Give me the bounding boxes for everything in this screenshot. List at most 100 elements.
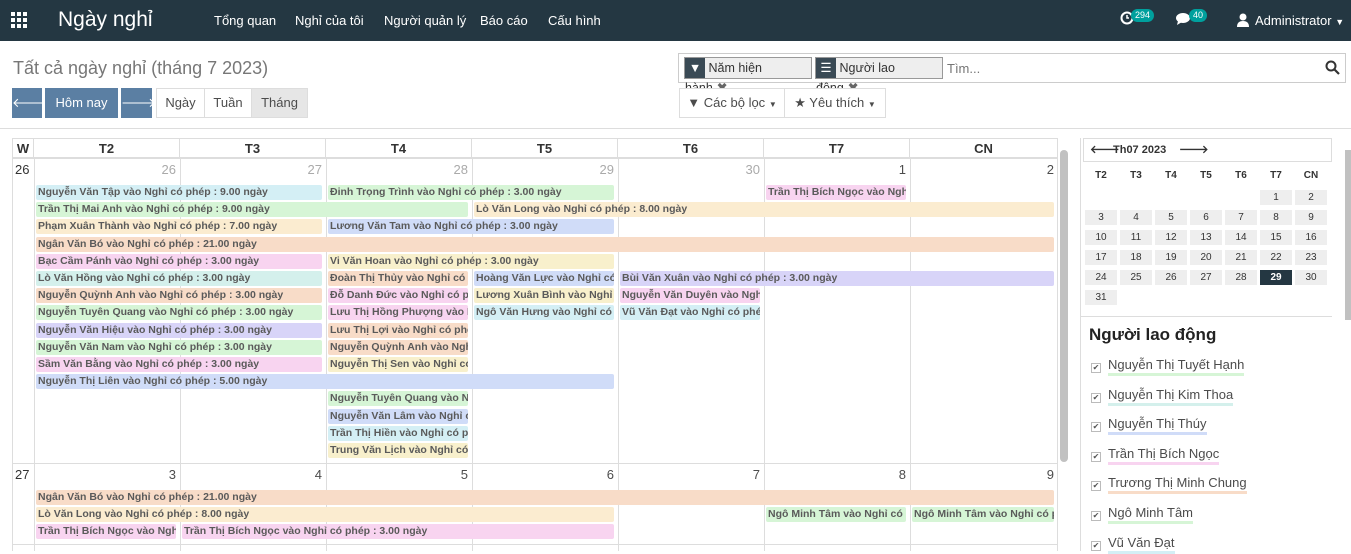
calendar-event[interactable]: Nguyễn Văn Duyên vào Nghỉ có phép <box>620 288 760 304</box>
calendar-event[interactable]: Nguyễn Quỳnh Anh vào Nghỉ có phép <box>328 339 468 355</box>
user-menu[interactable]: Administrator ▼ <box>1255 13 1344 28</box>
checkbox[interactable]: ✔ <box>1091 540 1101 551</box>
mini-day[interactable]: 10 <box>1085 230 1117 245</box>
mini-day[interactable]: 13 <box>1190 230 1222 245</box>
mini-day[interactable]: 9 <box>1295 210 1327 225</box>
mini-day[interactable]: 2 <box>1295 190 1327 205</box>
mini-day[interactable]: 18 <box>1120 250 1152 265</box>
calendar-event[interactable]: Sầm Văn Bằng vào Nghỉ có phép : 3.00 ngà… <box>36 357 322 372</box>
calendar-event[interactable]: Ngô Văn Hưng vào Nghỉ có phép <box>474 305 614 321</box>
calendar-event[interactable]: Ngô Minh Tâm vào Nghỉ có phép <box>912 507 1054 523</box>
day-number[interactable]: 5 <box>452 467 468 482</box>
view-day-button[interactable]: Ngày <box>156 88 205 118</box>
calendar-event[interactable]: Đoàn Thị Thủy vào Nghỉ có phép <box>328 271 468 286</box>
calendar-event[interactable]: Nguyễn Thị Liên vào Nghỉ có phép : 5.00 … <box>36 374 614 390</box>
calendar-event[interactable]: Nguyễn Quỳnh Anh vào Nghỉ có phép : 3.00… <box>36 288 322 304</box>
mini-day[interactable]: 4 <box>1120 210 1152 225</box>
mini-day[interactable]: 12 <box>1155 230 1187 245</box>
calendar-event[interactable]: Trung Văn Lịch vào Nghỉ có phép <box>328 443 468 458</box>
calendar-event[interactable]: Bùi Văn Xuân vào Nghỉ có phép : 3.00 ngà… <box>620 271 1054 286</box>
checkbox[interactable]: ✔ <box>1091 481 1101 492</box>
day-number[interactable]: 28 <box>452 162 468 177</box>
calendar-event[interactable]: Nguyễn Văn Lâm vào Nghỉ có phép <box>328 408 468 424</box>
mini-day[interactable]: 28 <box>1225 270 1257 285</box>
calendar-event[interactable]: Trần Thị Hiền vào Nghỉ có phép <box>328 425 468 441</box>
mini-day[interactable]: 14 <box>1225 230 1257 245</box>
checkbox[interactable]: ✔ <box>1091 511 1101 521</box>
user-avatar-icon[interactable] <box>1237 13 1249 30</box>
menu-overview[interactable]: Tổng quan <box>214 13 276 28</box>
employee-filter-item[interactable]: ✔ Ngô Minh Tâm <box>1091 505 1194 524</box>
calendar-event[interactable]: Bạc Cầm Pánh vào Nghỉ có phép : 3.00 ngà… <box>36 253 322 269</box>
calendar-event[interactable]: Phạm Xuân Thành vào Nghỉ có phép : 7.00 … <box>36 219 322 235</box>
day-number[interactable]: 29 <box>598 162 614 177</box>
previous-button[interactable]: 🡐 <box>12 88 47 118</box>
day-number[interactable]: 6 <box>598 467 614 482</box>
next-button[interactable]: 🡒 <box>121 88 156 118</box>
calendar-event[interactable]: Lưu Thị Hồng Phượng vào Nghỉ có phép <box>328 305 468 321</box>
day-number[interactable]: 7 <box>744 467 760 482</box>
employee-filter-item[interactable]: ✔ Trần Thị Bích Ngọc <box>1091 445 1220 465</box>
mini-day[interactable]: 6 <box>1190 210 1222 225</box>
search-icon[interactable] <box>1325 60 1340 78</box>
menu-reports[interactable]: Báo cáo <box>480 13 528 28</box>
calendar-event[interactable]: Lò Văn Hồng vào Nghỉ có phép : 3.00 ngày <box>36 271 322 286</box>
menu-configuration[interactable]: Cấu hình <box>548 13 601 28</box>
employee-filter-item[interactable]: ✔ Nguyễn Thị Tuyết Hạnh <box>1091 357 1245 376</box>
checkbox[interactable]: ✔ <box>1091 363 1101 373</box>
apps-menu-icon[interactable] <box>11 12 29 30</box>
mini-day[interactable]: 3 <box>1085 210 1117 225</box>
calendar-event[interactable]: Lương Xuân Bình vào Nghỉ có phép <box>474 288 614 304</box>
calendar-event[interactable]: Lưu Thị Lợi vào Nghỉ có phép <box>328 322 468 338</box>
day-number[interactable]: 30 <box>744 162 760 177</box>
mini-day[interactable]: 15 <box>1260 230 1292 245</box>
calendar-event[interactable]: Trần Thị Mai Anh vào Nghỉ có phép : 9.00… <box>36 202 468 218</box>
calendar-event[interactable]: Nguyễn Tuyên Quang vào Nghỉ có phép <box>328 391 468 407</box>
facet-current-year[interactable]: ▼ Năm hiện hành✖ <box>684 57 812 95</box>
mini-day[interactable]: 19 <box>1155 250 1187 265</box>
calendar-event[interactable]: Nguyễn Văn Nam vào Nghỉ có phép : 3.00 n… <box>36 339 322 355</box>
calendar-event[interactable]: Ngân Văn Bó vào Nghỉ có phép : 21.00 ngà… <box>36 236 1054 252</box>
mini-day[interactable]: 5 <box>1155 210 1187 225</box>
mini-day[interactable]: 17 <box>1085 250 1117 265</box>
calendar-event[interactable]: Nguyễn Thị Sen vào Nghỉ có phép <box>328 357 468 372</box>
checkbox[interactable]: ✔ <box>1091 451 1101 462</box>
day-number[interactable]: 1 <box>890 162 906 177</box>
calendar-event[interactable]: Lò Văn Long vào Nghỉ có phép : 8.00 ngày <box>36 507 614 523</box>
employee-filter-item[interactable]: ✔ Nguyễn Thị Thúy <box>1091 416 1207 436</box>
calendar-event[interactable]: Trần Thị Bích Ngọc vào Nghỉ có phép <box>36 524 176 540</box>
menu-manager[interactable]: Người quản lý <box>384 13 466 28</box>
calendar-event[interactable]: Trần Thị Bích Ngọc vào Nghỉ có phép : 3.… <box>182 524 614 540</box>
employee-filter-item[interactable]: ✔ Nguyễn Thị Kim Thoa <box>1091 386 1234 406</box>
day-number[interactable]: 4 <box>306 467 322 482</box>
sidebar-scrollbar[interactable] <box>1345 150 1351 320</box>
day-number[interactable]: 27 <box>306 162 322 177</box>
day-number[interactable]: 9 <box>1038 467 1054 482</box>
mini-day[interactable]: 29 <box>1260 270 1292 285</box>
mini-day[interactable]: 26 <box>1155 270 1187 285</box>
mini-day[interactable]: 23 <box>1295 250 1327 265</box>
today-button[interactable]: Hôm nay <box>45 88 118 118</box>
mini-day[interactable]: 31 <box>1085 290 1117 305</box>
mini-day[interactable]: 22 <box>1260 250 1292 265</box>
filters-dropdown[interactable]: ▼ Các bộ lọc ▼ <box>679 88 785 118</box>
calendar-event[interactable]: Đinh Trọng Trình vào Nghỉ có phép : 3.00… <box>328 185 614 200</box>
checkbox[interactable]: ✔ <box>1091 422 1101 433</box>
menu-my-leaves[interactable]: Nghỉ của tôi <box>295 13 364 28</box>
calendar-event[interactable]: Vi Văn Hoan vào Nghỉ có phép : 3.00 ngày <box>328 253 614 269</box>
calendar-event[interactable]: Nguyễn Tuyên Quang vào Nghỉ có phép : 3.… <box>36 305 322 321</box>
day-number[interactable]: 3 <box>160 467 176 482</box>
mini-day[interactable]: 20 <box>1190 250 1222 265</box>
mini-day[interactable]: 21 <box>1225 250 1257 265</box>
calendar-event[interactable]: Nguyễn Văn Tập vào Nghỉ có phép : 9.00 n… <box>36 185 322 200</box>
calendar-event[interactable]: Nguyễn Văn Hiệu vào Nghỉ có phép : 3.00 … <box>36 322 322 338</box>
employee-filter-item[interactable]: ✔ Vũ Văn Đạt <box>1091 534 1175 554</box>
favorites-dropdown[interactable]: ★ Yêu thích ▼ <box>784 88 886 118</box>
mini-day[interactable]: 16 <box>1295 230 1327 245</box>
search-input[interactable] <box>947 58 1307 78</box>
calendar-event[interactable]: Trần Thị Bích Ngọc vào Nghỉ có phép <box>766 185 906 200</box>
mini-day[interactable]: 8 <box>1260 210 1292 225</box>
checkbox[interactable]: ✔ <box>1091 392 1101 403</box>
mini-day[interactable]: 11 <box>1120 230 1152 245</box>
calendar-scrollbar[interactable] <box>1060 150 1068 462</box>
